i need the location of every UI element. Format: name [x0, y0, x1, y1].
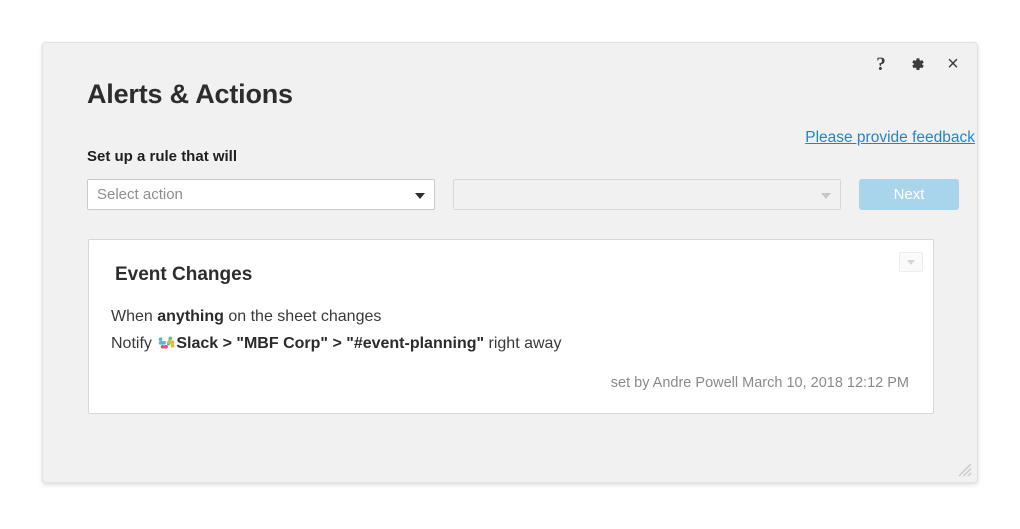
notify-prefix: Notify — [111, 335, 156, 352]
rule-set-by-text: set by Andre Powell March 10, 2018 12:12… — [611, 375, 909, 391]
slack-icon — [158, 334, 175, 351]
when-suffix: on the sheet changes — [224, 308, 381, 325]
select-action-dropdown[interactable]: Select action — [87, 179, 435, 210]
rule-card-collapse-button[interactable] — [899, 252, 923, 272]
help-button[interactable]: ? — [871, 53, 891, 75]
chevron-down-icon — [821, 193, 831, 199]
chevron-down-icon — [907, 260, 915, 265]
rule-controls-row: Select action Next — [87, 179, 959, 210]
notify-suffix: right away — [484, 335, 561, 352]
close-button[interactable]: × — [943, 53, 963, 75]
next-button[interactable]: Next — [859, 179, 959, 210]
alerts-actions-dialog: ? × Alerts & Actions Please provide feed… — [42, 42, 978, 483]
page-title: Alerts & Actions — [87, 79, 293, 110]
select-action-value: Select action — [97, 186, 183, 203]
page-background: ? × Alerts & Actions Please provide feed… — [0, 0, 1020, 529]
resize-handle-icon[interactable] — [958, 463, 972, 477]
chevron-down-icon — [415, 193, 425, 199]
setup-rule-label: Set up a rule that will — [87, 148, 237, 165]
window-controls: ? × — [871, 53, 963, 75]
gear-icon — [909, 56, 926, 73]
help-icon: ? — [876, 55, 886, 74]
rule-card-title: Event Changes — [115, 264, 252, 286]
settings-button[interactable] — [907, 53, 927, 75]
rule-notify-line: Notify Slack > "MBF Corp" > "#event-plan… — [111, 334, 561, 353]
feedback-link[interactable]: Please provide feedback — [805, 129, 975, 147]
close-icon: × — [947, 54, 959, 74]
notify-bold: Slack > "MBF Corp" > "#event-planning" — [176, 335, 484, 352]
rule-when-line: When anything on the sheet changes — [111, 308, 381, 326]
rule-card: Event Changes When anything on the sheet… — [88, 239, 934, 414]
when-prefix: When — [111, 308, 157, 325]
select-target-dropdown[interactable] — [453, 179, 841, 210]
when-bold: anything — [157, 308, 224, 325]
